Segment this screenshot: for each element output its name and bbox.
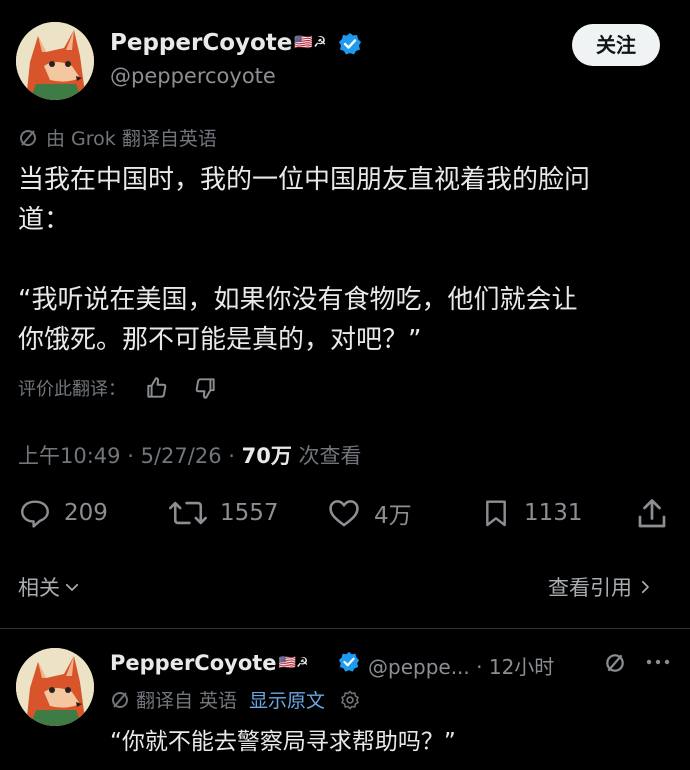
reply-text: “你就不能去警察局寻求帮助吗？”: [110, 729, 456, 755]
dot-separator: ·: [127, 444, 134, 468]
view-quotes-link[interactable]: 查看引用: [548, 572, 654, 602]
dot-separator: ·: [476, 655, 483, 679]
grok-icon: [112, 691, 128, 708]
tweet-time[interactable]: 上午10:49: [18, 444, 121, 468]
timestamp-row: 上午10:49 · 5/27/26 · 70万 次查看: [18, 440, 362, 470]
retweet-icon: [169, 501, 207, 525]
reply-display-name[interactable]: PepperCoyote 🇺🇸☭: [110, 651, 309, 675]
heart-icon: [329, 500, 359, 527]
tweet-text: 当我在中国时，我的一位中国朋友直视着我的脸问 道： “我听说在美国，如果你没有食…: [18, 160, 678, 360]
coyote-avatar-image: [16, 648, 94, 726]
display-name[interactable]: PepperCoyote 🇺🇸☭: [110, 30, 327, 56]
name-emoji: 🇺🇸☭: [294, 33, 327, 51]
grok-translation-note: 由 Grok 翻译自英语: [18, 124, 217, 151]
grok-icon[interactable]: [604, 652, 626, 678]
reply-display-name-text: PepperCoyote: [110, 651, 277, 675]
thumbs-up-icon[interactable]: [144, 375, 170, 401]
tweet-text-line: 道：: [18, 205, 71, 235]
chevron-right-icon: [641, 580, 649, 594]
rate-translation: 评价此翻译：: [18, 375, 218, 401]
tweet-text-line: “我听说在美国，如果你没有食物吃，他们就会让: [18, 285, 578, 315]
grok-icon: [20, 129, 36, 146]
reply-button[interactable]: 209: [18, 496, 108, 530]
reply-avatar[interactable]: [16, 648, 94, 726]
reply-handle-text: @peppe...: [368, 655, 470, 679]
tweet-text-line: 你饿死。那不可能是真的，对吧？”: [18, 325, 422, 355]
related-dropdown[interactable]: 相关: [18, 572, 81, 602]
dot-separator: ·: [228, 444, 235, 468]
reply-name-emoji: 🇺🇸☭: [278, 655, 309, 671]
show-original-link[interactable]: 显示原文: [249, 686, 325, 713]
related-label: 相关: [18, 576, 60, 600]
bookmark-button[interactable]: 1131: [480, 496, 583, 530]
share-icon[interactable]: [634, 496, 670, 536]
bookmark-icon: [486, 500, 506, 527]
views-label: 次查看: [298, 444, 362, 468]
verified-badge-icon: [338, 651, 360, 677]
tweet-text-spacer: [18, 240, 678, 280]
thumbs-down-icon[interactable]: [192, 375, 218, 401]
reply-translation-note: 翻译自 英语 显示原文: [110, 686, 361, 713]
coyote-avatar-image: [16, 22, 94, 100]
views-count: 70万: [241, 444, 292, 468]
like-button[interactable]: 4万: [326, 496, 412, 530]
reply-time: 12小时: [488, 655, 555, 679]
retweet-button[interactable]: 1557: [168, 496, 279, 530]
more-options-icon[interactable]: [644, 650, 672, 678]
verified-badge-icon: [338, 32, 362, 60]
tweet-text-line: 当我在中国时，我的一位中国朋友直视着我的脸问: [18, 165, 591, 195]
tweet-date[interactable]: 5/27/26: [141, 444, 222, 468]
handle[interactable]: @peppercoyote: [110, 64, 276, 88]
reply-icon: [21, 500, 49, 528]
avatar[interactable]: [16, 22, 94, 100]
retweet-count: 1557: [220, 500, 279, 526]
rate-translation-label: 评价此翻译：: [18, 379, 126, 400]
section-divider: [0, 628, 690, 629]
view-quotes-label: 查看引用: [548, 576, 632, 600]
translated-from-label: 翻译自 英语: [136, 690, 238, 712]
follow-button[interactable]: 关注: [572, 24, 660, 66]
gear-icon[interactable]: [339, 689, 361, 711]
reply-count: 209: [64, 500, 108, 526]
chevron-down-icon: [65, 583, 79, 591]
like-count: 4万: [374, 503, 412, 529]
translation-note-text: 由 Grok 翻译自英语: [46, 128, 217, 150]
reply-handle[interactable]: @peppe... · 12小时: [368, 651, 554, 680]
bookmark-count: 1131: [524, 500, 583, 526]
display-name-text: PepperCoyote: [110, 30, 293, 56]
